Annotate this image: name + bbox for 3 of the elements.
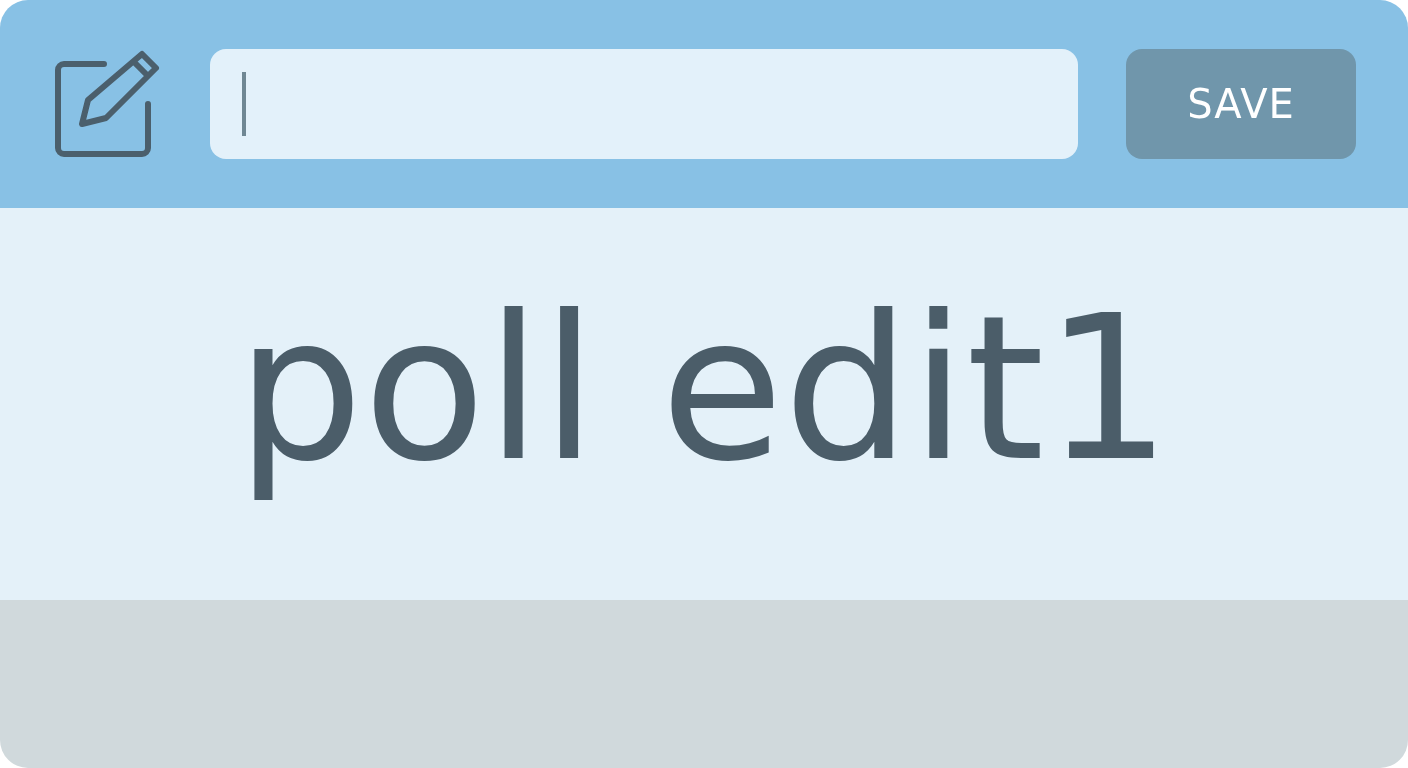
title: poll edit1 <box>236 289 1172 507</box>
save-button[interactable]: SAVE <box>1126 49 1356 159</box>
text-input[interactable] <box>210 49 1078 159</box>
